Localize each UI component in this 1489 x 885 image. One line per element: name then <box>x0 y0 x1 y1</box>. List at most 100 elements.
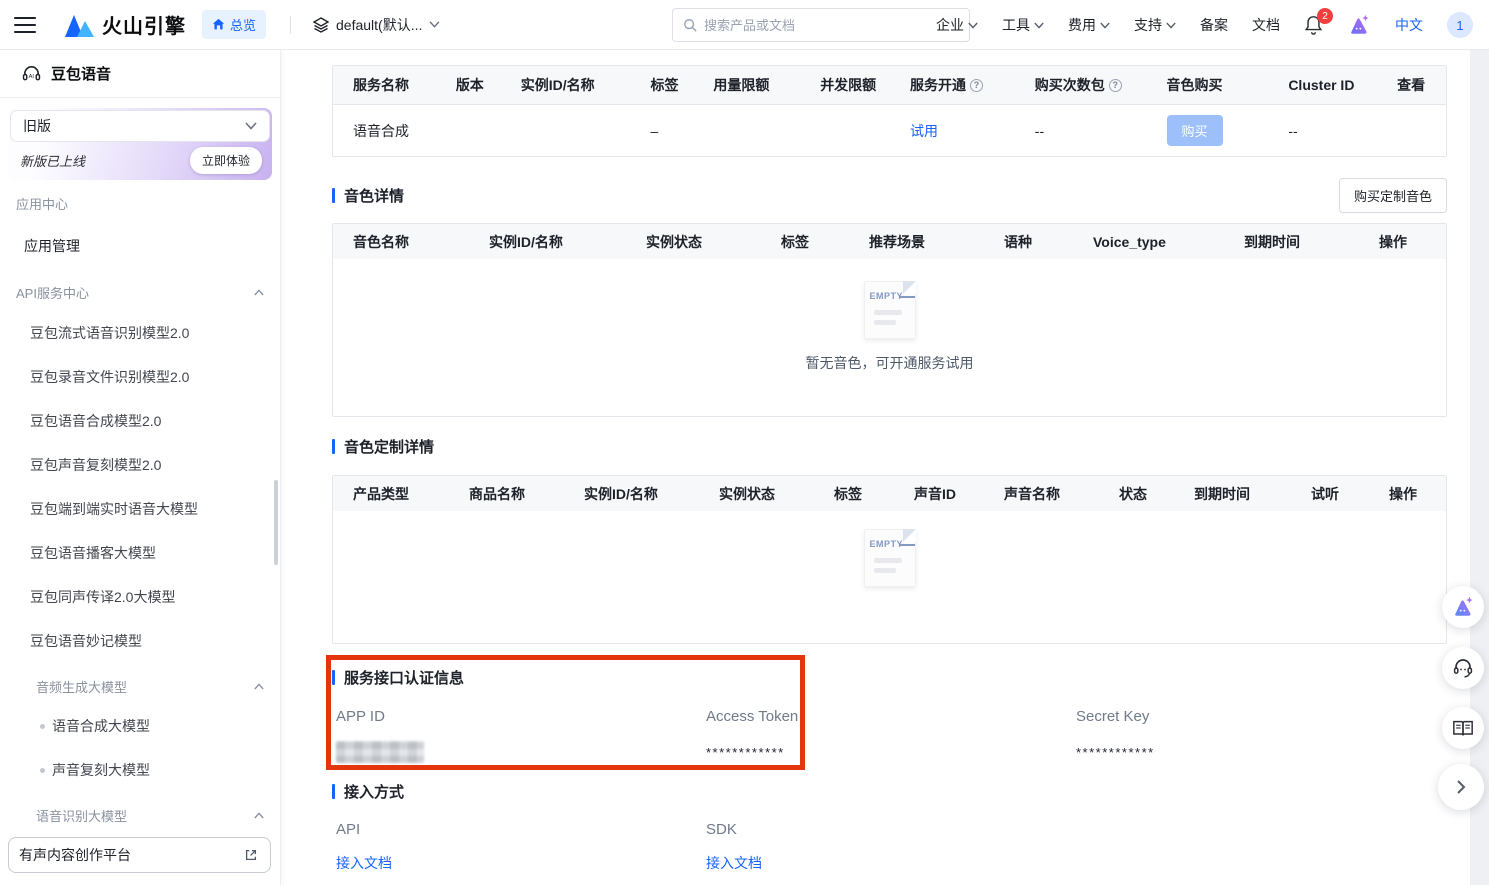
col-tag: 标签 <box>814 484 894 504</box>
sidebar-item-e2e-realtime[interactable]: 豆包端到端实时语音大模型 <box>0 487 280 531</box>
docs-float-button[interactable] <box>1442 707 1484 749</box>
chevron-down-icon <box>1166 22 1176 29</box>
sdk-label: SDK <box>706 821 737 838</box>
col-status: 状态 <box>1099 484 1174 504</box>
sidebar-item-miaoji[interactable]: 豆包语音妙记模型 <box>0 619 280 663</box>
version-select[interactable]: 旧版 <box>10 110 270 142</box>
empty-document-icon: EMPTY <box>864 281 916 339</box>
secret-key-value: ************ <box>1076 745 1155 760</box>
app-id-redacted-value <box>336 741 424 763</box>
sidebar-item-podcast[interactable]: 豆包语音播客大模型 <box>0 531 280 575</box>
chevron-down-icon <box>968 22 978 29</box>
app-id-label: APP ID <box>336 708 385 725</box>
section-api-center[interactable]: API服务中心 <box>0 283 280 302</box>
service-table-header: 服务名称 版本 实例ID/名称 标签 用量限额 并发限额 服务开通? 购买次数包… <box>333 66 1446 104</box>
brand-logo[interactable]: 火山引擎 <box>64 10 186 39</box>
empty-state-text: 暂无音色，可开通服务试用 <box>806 353 974 373</box>
sidebar-item-voice-clone-2[interactable]: 豆包声音复刻模型2.0 <box>0 443 280 487</box>
main-area: 服务名称 版本 实例ID/名称 标签 用量限额 并发限额 服务开通? 购买次数包… <box>281 50 1489 885</box>
try-now-button[interactable]: 立即体验 <box>190 147 262 174</box>
api-label: API <box>336 821 360 838</box>
ai-assistant-float-button[interactable] <box>1442 586 1484 628</box>
nav-menu-support[interactable]: 支持 <box>1134 15 1176 35</box>
page-scrollbar-track[interactable] <box>1470 50 1489 885</box>
custom-voice-table-header: 产品类型 商品名称 实例ID/名称 实例状态 标签 声音ID 声音名称 状态 到… <box>333 476 1446 511</box>
nav-menu-tools[interactable]: 工具 <box>1002 15 1044 35</box>
sidebar-item-file-asr-2[interactable]: 豆包录音文件识别模型2.0 <box>0 355 280 399</box>
sidebar-scrollbar[interactable] <box>274 480 278 565</box>
buy-custom-voice-button[interactable]: 购买定制音色 <box>1339 178 1447 213</box>
audio-creation-platform-label: 有声内容创作平台 <box>19 845 131 865</box>
col-usage-quota: 用量限额 <box>693 75 800 95</box>
user-avatar[interactable]: 1 <box>1447 12 1473 38</box>
section-app-center: 应用中心 <box>0 194 280 213</box>
overview-label: 总览 <box>230 15 256 34</box>
col-actions: 操作 <box>1359 232 1428 252</box>
sidebar-item-tts-2[interactable]: 豆包语音合成模型2.0 <box>0 399 280 443</box>
col-expire-time: 到期时间 <box>1224 232 1359 252</box>
headset-support-icon <box>1452 657 1474 679</box>
mountain-logo-icon <box>64 13 94 37</box>
trial-link[interactable]: 试用 <box>910 121 938 141</box>
sidebar-item-app-management[interactable]: 应用管理 <box>0 236 280 256</box>
sidebar-item-clone-large[interactable]: 声音复刻大模型 <box>0 748 280 792</box>
package-value: -- <box>1015 123 1147 139</box>
version-select-value: 旧版 <box>23 116 51 136</box>
help-icon[interactable]: ? <box>970 79 983 92</box>
voice-detail-title: 音色详情 <box>332 187 404 203</box>
hamburger-menu-icon[interactable] <box>14 17 36 33</box>
overview-badge[interactable]: 总览 <box>202 10 266 39</box>
custom-voice-table: 产品类型 商品名称 实例ID/名称 实例状态 标签 声音ID 声音名称 状态 到… <box>332 475 1447 644</box>
sidebar-item-simul-translate[interactable]: 豆包同声传译2.0大模型 <box>0 575 280 619</box>
nav-menu-billing[interactable]: 费用 <box>1068 15 1110 35</box>
svg-text:AI: AI <box>29 74 35 80</box>
access-section-title: 接入方式 <box>332 783 1447 799</box>
audio-creation-platform-link[interactable]: 有声内容创作平台 <box>8 837 271 873</box>
col-tag: 标签 <box>630 75 693 95</box>
nav-divider <box>290 16 291 34</box>
ai-assistant-icon[interactable] <box>1347 14 1371 36</box>
col-service-name: 服务名称 <box>333 75 436 95</box>
service-table-row: 语音合成 – 试用 -- 购买 -- <box>333 104 1446 156</box>
external-link-icon <box>244 848 258 862</box>
nav-link-beian[interactable]: 备案 <box>1200 15 1228 35</box>
cluster-id-value: -- <box>1268 123 1377 139</box>
project-selector[interactable]: default(默认... <box>313 15 440 35</box>
search-box[interactable] <box>672 8 970 42</box>
col-tag: 标签 <box>761 232 849 252</box>
support-float-button[interactable] <box>1442 647 1484 689</box>
nav-menu-enterprise[interactable]: 企业 <box>936 15 978 35</box>
nav-link-docs[interactable]: 文档 <box>1252 15 1280 35</box>
col-voice-purchase: 音色购买 <box>1147 75 1269 95</box>
col-service-open: 服务开通? <box>890 75 1015 95</box>
col-voice-name: 声音名称 <box>984 484 1099 504</box>
nav-right-group: 企业 工具 费用 支持 备案 文档 2 中文 1 <box>936 0 1473 50</box>
service-name-value: 语音合成 <box>333 121 436 141</box>
voice-detail-section-header: 音色详情 购买定制音色 <box>332 180 1447 210</box>
voice-table-empty-state: EMPTY 暂无音色，可开通服务试用 <box>333 259 1446 416</box>
sidebar-item-stream-asr-2[interactable]: 豆包流式语音识别模型2.0 <box>0 311 280 355</box>
col-version: 版本 <box>436 75 501 95</box>
banner-text: 新版已上线 <box>20 151 85 170</box>
project-name: default(默认... <box>336 15 422 35</box>
sdk-docs-link[interactable]: 接入文档 <box>706 855 762 871</box>
sidebar: AI 豆包语音 旧版 新版已上线 立即体验 应用中心 应用管理 API服务中心 … <box>0 50 281 885</box>
subsection-asr-large[interactable]: 语音识别大模型 <box>0 806 280 825</box>
collapse-panel-button[interactable] <box>1438 764 1484 810</box>
chevron-down-icon <box>429 21 440 28</box>
help-icon[interactable]: ? <box>1109 79 1122 92</box>
col-voice-id: 声音ID <box>894 484 984 504</box>
search-input[interactable] <box>704 18 959 33</box>
chevron-up-icon <box>254 289 264 296</box>
notification-bell[interactable]: 2 <box>1304 15 1323 35</box>
custom-voice-title: 音色定制详情 <box>332 438 1447 454</box>
api-docs-link[interactable]: 接入文档 <box>336 855 392 871</box>
sidebar-item-tts-large[interactable]: 语音合成大模型 <box>0 704 280 748</box>
voice-table: 音色名称 实例ID/名称 实例状态 标签 推荐场景 语种 Voice_type … <box>332 223 1447 417</box>
col-product-type: 产品类型 <box>333 484 449 504</box>
new-version-banner: 新版已上线 立即体验 <box>10 142 270 178</box>
buy-button[interactable]: 购买 <box>1167 115 1223 146</box>
col-product-name: 商品名称 <box>449 484 564 504</box>
locale-switch[interactable]: 中文 <box>1395 15 1423 35</box>
subsection-audio-gen[interactable]: 音频生成大模型 <box>0 677 280 696</box>
